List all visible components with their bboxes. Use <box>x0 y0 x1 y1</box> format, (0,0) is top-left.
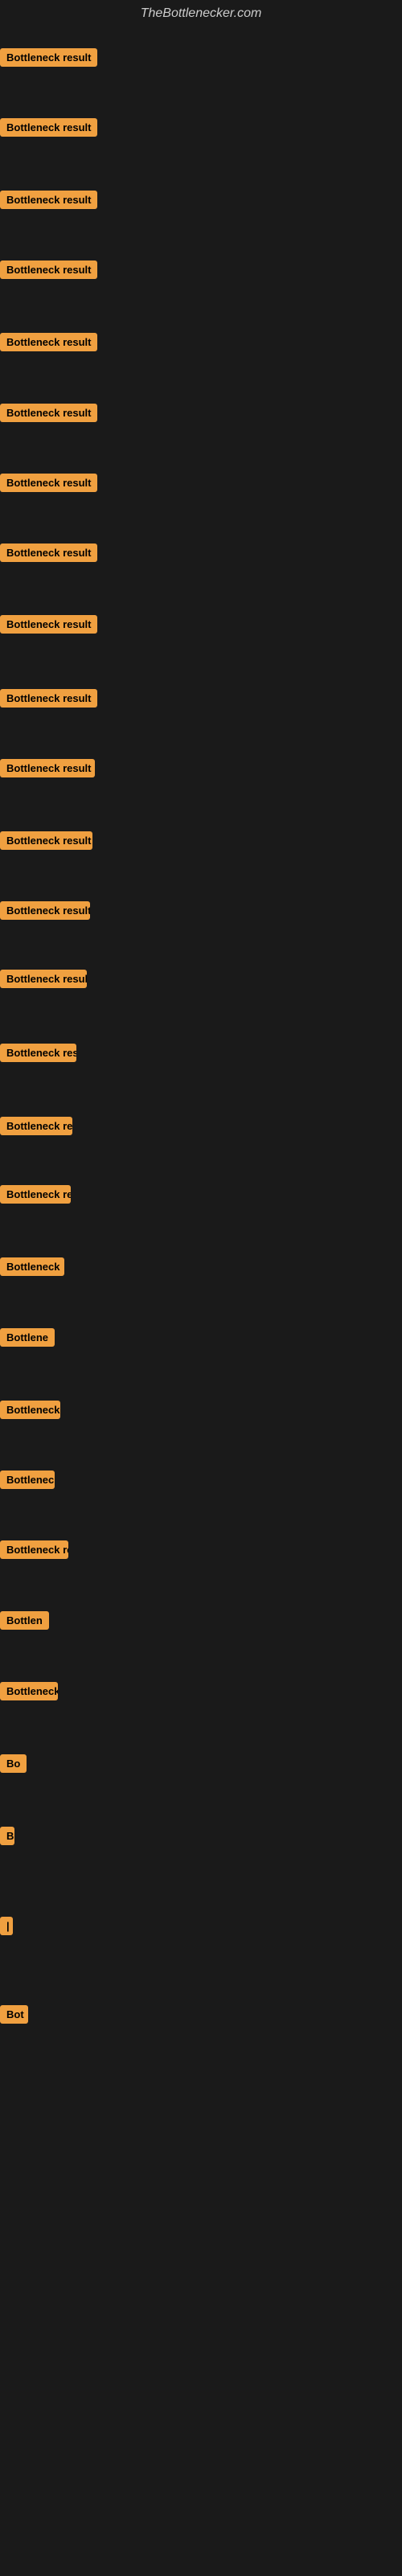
bottleneck-item[interactable]: B <box>0 1827 14 1849</box>
bottleneck-badge: Bottleneck re <box>0 1117 72 1135</box>
bottleneck-item[interactable]: | <box>0 1917 13 1939</box>
bottleneck-item[interactable]: Bottlen <box>0 1611 49 1634</box>
site-title: TheBottlenecker.com <box>0 0 402 27</box>
bottleneck-item[interactable]: Bottleneck result <box>0 48 97 71</box>
bottleneck-item[interactable]: Bottleneck result <box>0 689 97 712</box>
bottleneck-item[interactable]: Bottleneck <box>0 1401 60 1423</box>
bottleneck-badge: Bottlenec <box>0 1471 55 1489</box>
bottleneck-badge: Bottleneck re <box>0 1540 68 1559</box>
bottleneck-item[interactable]: Bottlenec <box>0 1471 55 1493</box>
bottleneck-item[interactable]: Bottleneck result <box>0 260 97 283</box>
bottleneck-item[interactable]: Bottleneck re <box>0 1117 72 1139</box>
bottleneck-badge: Bottleneck result <box>0 191 97 209</box>
bottleneck-item[interactable]: Bottleneck resul <box>0 1185 71 1208</box>
bottleneck-item[interactable]: Bottleneck result <box>0 970 87 992</box>
bottleneck-badge: Bottleneck result <box>0 118 97 137</box>
bottleneck-badge: Bottleneck <box>0 1257 64 1276</box>
bottleneck-item[interactable]: Bottleneck result <box>0 544 97 566</box>
bottleneck-item[interactable]: Bottleneck result <box>0 404 97 426</box>
bottleneck-item[interactable]: Bottleneck result <box>0 118 97 141</box>
bottleneck-item[interactable]: Bottleneck result <box>0 615 97 638</box>
bottleneck-badge: Bottleneck result <box>0 615 97 634</box>
bottleneck-item[interactable]: Bo <box>0 1754 27 1777</box>
bottleneck-badge: Bottleneck <box>0 1401 60 1419</box>
bottleneck-badge: Bo <box>0 1754 27 1773</box>
bottleneck-item[interactable]: Bottleneck <box>0 1257 64 1280</box>
bottleneck-badge: Bottleneck <box>0 1682 58 1700</box>
bottleneck-badge: Bottlene <box>0 1328 55 1347</box>
bottleneck-badge: Bottleneck resul <box>0 1185 71 1204</box>
bottleneck-item[interactable]: Bottleneck re <box>0 1540 68 1563</box>
bottleneck-badge: Bottleneck result <box>0 474 97 492</box>
bottleneck-badge: Bottlen <box>0 1611 49 1630</box>
bottleneck-badge: Bottleneck result <box>0 544 97 562</box>
bottleneck-badge: Bottleneck result <box>0 831 92 850</box>
bottleneck-badge: Bottleneck result <box>0 689 97 708</box>
bottleneck-item[interactable]: Bottleneck <box>0 1682 58 1704</box>
bottleneck-item[interactable]: Bottleneck result <box>0 759 95 781</box>
bottleneck-item[interactable]: Bottleneck result <box>0 191 97 213</box>
bottleneck-badge: B <box>0 1827 14 1845</box>
bottleneck-item[interactable]: Bottleneck result <box>0 1044 76 1066</box>
bottleneck-item[interactable]: Bottleneck result <box>0 831 92 854</box>
bottleneck-item[interactable]: Bottlene <box>0 1328 55 1351</box>
bottleneck-item[interactable]: Bottleneck result <box>0 901 90 924</box>
bottleneck-badge: Bot <box>0 2005 28 2024</box>
bottleneck-badge: Bottleneck result <box>0 901 90 920</box>
bottleneck-badge: Bottleneck result <box>0 404 97 422</box>
bottleneck-badge: Bottleneck result <box>0 970 87 988</box>
bottleneck-item[interactable]: Bot <box>0 2005 28 2028</box>
bottleneck-badge: | <box>0 1917 13 1935</box>
bottleneck-item[interactable]: Bottleneck result <box>0 474 97 496</box>
bottleneck-badge: Bottleneck result <box>0 260 97 279</box>
bottleneck-badge: Bottleneck result <box>0 48 97 67</box>
bottleneck-item[interactable]: Bottleneck result <box>0 333 97 355</box>
bottleneck-badge: Bottleneck result <box>0 759 95 777</box>
bottleneck-badge: Bottleneck result <box>0 1044 76 1062</box>
bottleneck-badge: Bottleneck result <box>0 333 97 351</box>
